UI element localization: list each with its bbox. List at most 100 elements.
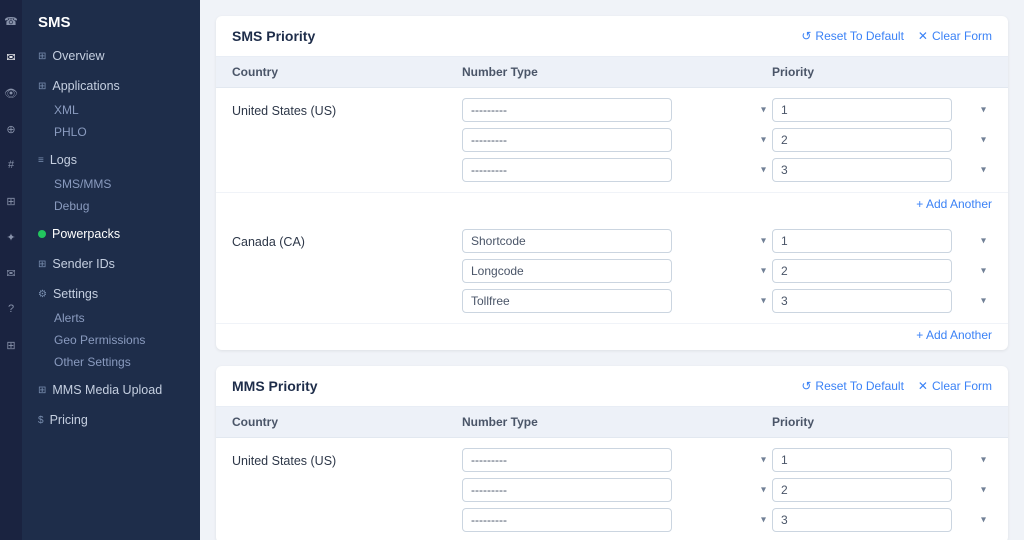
sms-priority-header: SMS Priority ↺ Reset To Default ✕ Clear …: [216, 16, 1008, 57]
sidebar-item-powerpacks[interactable]: Powerpacks: [22, 221, 200, 247]
sms-ca-add-another[interactable]: + Add Another: [216, 324, 1008, 350]
chevron-down-icon: ▾: [761, 296, 766, 307]
sms-ca-numbertype-3[interactable]: Shortcode Longcode Tollfree: [462, 289, 672, 313]
icon-phone[interactable]: ☎: [2, 12, 20, 30]
sidebar-sub-debug[interactable]: Debug: [22, 195, 200, 217]
reset-icon: ↺: [801, 29, 811, 43]
sidebar-sub-xml[interactable]: XML: [22, 99, 200, 121]
sms-us-priority-3[interactable]: 123: [772, 158, 952, 182]
icon-eye[interactable]: 👁: [2, 84, 20, 102]
sms-col-country: Country: [232, 65, 462, 79]
sms-us-numbertype-3[interactable]: --------- Shortcode Longcode Tollfree: [462, 158, 672, 182]
mms-us-numbertype-3[interactable]: --------- Shortcode Longcode Tollfree: [462, 508, 672, 532]
chevron-down-icon: ▾: [981, 236, 986, 247]
sms-ca-number-types: Shortcode Longcode Tollfree ▾ Shortcode …: [462, 229, 772, 313]
sidebar-section-pricing: $ Pricing: [22, 407, 200, 433]
icon-chat[interactable]: ✉: [2, 48, 20, 66]
sidebar-section-logs: ≡ Logs SMS/MMS Debug: [22, 147, 200, 217]
sidebar-sub-geo[interactable]: Geo Permissions: [22, 329, 200, 351]
sms-clear-button[interactable]: ✕ Clear Form: [918, 29, 992, 43]
sidebar: SMS ⊞ Overview ⊞ Applications XML PHLO ≡…: [22, 0, 200, 540]
mms-us-priority-1[interactable]: 123: [772, 448, 952, 472]
sms-priority-actions: ↺ Reset To Default ✕ Clear Form: [801, 29, 992, 43]
senderids-icon: ⊞: [38, 259, 46, 270]
chevron-down-icon: ▾: [761, 105, 766, 116]
mms-reset-button[interactable]: ↺ Reset To Default: [801, 379, 904, 393]
mms-country-us: United States (US): [232, 448, 462, 468]
applications-icon: ⊞: [38, 81, 46, 92]
mms-us-numbertype-1[interactable]: --------- Shortcode Longcode Tollfree: [462, 448, 672, 472]
mms-us-nt2-wrap: --------- Shortcode Longcode Tollfree ▾: [462, 478, 772, 502]
icon-mail[interactable]: ✉: [2, 264, 20, 282]
sms-ca-numbertype-1[interactable]: Shortcode Longcode Tollfree: [462, 229, 672, 253]
chevron-down-icon: ▾: [761, 236, 766, 247]
icon-grid[interactable]: ⊞: [2, 336, 20, 354]
sms-us-priority-2[interactable]: 123: [772, 128, 952, 152]
mms-us-p3-wrap: 123 ▾: [772, 508, 992, 532]
sms-ca-priority-3[interactable]: 123: [772, 289, 952, 313]
sidebar-sub-phlo[interactable]: PHLO: [22, 121, 200, 143]
sms-ca-p1-wrap: 123 ▾: [772, 229, 992, 253]
sms-us-p1-wrap: 123 ▾: [772, 98, 992, 122]
icon-settings[interactable]: ✦: [2, 228, 20, 246]
chevron-down-icon: ▾: [761, 135, 766, 146]
sms-col-priority: Priority: [772, 65, 992, 79]
sms-ca-priorities: 123 ▾ 123 ▾ 123 ▾: [772, 229, 992, 313]
sms-ca-nt3-wrap: Shortcode Longcode Tollfree ▾: [462, 289, 772, 313]
sms-country-ca: Canada (CA): [232, 229, 462, 249]
sms-us-numbertype-1[interactable]: --------- Shortcode Longcode Tollfree: [462, 98, 672, 122]
chevron-down-icon: ▾: [981, 135, 986, 146]
sidebar-item-mmsmedia[interactable]: ⊞ MMS Media Upload: [22, 377, 200, 403]
logs-icon: ≡: [38, 155, 44, 166]
mms-priority-actions: ↺ Reset To Default ✕ Clear Form: [801, 379, 992, 393]
sidebar-item-pricing[interactable]: $ Pricing: [22, 407, 200, 433]
sms-us-add-another[interactable]: + Add Another: [216, 193, 1008, 219]
icon-search[interactable]: ⊕: [2, 120, 20, 138]
clear-icon: ✕: [918, 379, 928, 393]
icon-tag[interactable]: #: [2, 156, 20, 174]
sidebar-item-settings[interactable]: ⚙ Settings: [22, 281, 200, 307]
sms-col-numbertype: Number Type: [462, 65, 772, 79]
sidebar-item-logs[interactable]: ≡ Logs: [22, 147, 200, 173]
chevron-down-icon: ▾: [761, 515, 766, 526]
sidebar-sub-smsmms[interactable]: SMS/MMS: [22, 173, 200, 195]
sidebar-title: SMS: [22, 0, 200, 43]
sms-us-number-types: --------- Shortcode Longcode Tollfree ▾ …: [462, 98, 772, 182]
sidebar-section-applications: ⊞ Applications XML PHLO: [22, 73, 200, 143]
sms-ca-numbertype-2[interactable]: Shortcode Longcode Tollfree: [462, 259, 672, 283]
sms-row-us: United States (US) --------- Shortcode L…: [216, 88, 1008, 193]
chevron-down-icon: ▾: [981, 165, 986, 176]
sms-reset-button[interactable]: ↺ Reset To Default: [801, 29, 904, 43]
sms-us-nt3-wrap: --------- Shortcode Longcode Tollfree ▾: [462, 158, 772, 182]
sidebar-item-overview[interactable]: ⊞ Overview: [22, 43, 200, 69]
sidebar-section-powerpacks: Powerpacks: [22, 221, 200, 247]
sidebar-section-mmsmedia: ⊞ MMS Media Upload: [22, 377, 200, 403]
sms-us-nt1-wrap: --------- Shortcode Longcode Tollfree ▾: [462, 98, 772, 122]
mms-us-priority-3[interactable]: 123: [772, 508, 952, 532]
sms-us-numbertype-2[interactable]: --------- Shortcode Longcode Tollfree: [462, 128, 672, 152]
mms-us-nt1-wrap: --------- Shortcode Longcode Tollfree ▾: [462, 448, 772, 472]
mms-us-number-types: --------- Shortcode Longcode Tollfree ▾ …: [462, 448, 772, 532]
sidebar-item-senderids[interactable]: ⊞ Sender IDs: [22, 251, 200, 277]
mms-us-priority-2[interactable]: 123: [772, 478, 952, 502]
sms-us-priorities: 123 ▾ 123 ▾ 123 ▾: [772, 98, 992, 182]
sidebar-sub-alerts[interactable]: Alerts: [22, 307, 200, 329]
sms-ca-priority-1[interactable]: 123: [772, 229, 952, 253]
mms-clear-button[interactable]: ✕ Clear Form: [918, 379, 992, 393]
sms-us-priority-1[interactable]: 123: [772, 98, 952, 122]
chevron-down-icon: ▾: [981, 105, 986, 116]
sms-us-p2-wrap: 123 ▾: [772, 128, 992, 152]
chevron-down-icon: ▾: [981, 455, 986, 466]
sidebar-sub-other[interactable]: Other Settings: [22, 351, 200, 373]
sidebar-item-applications[interactable]: ⊞ Applications: [22, 73, 200, 99]
sms-ca-priority-2[interactable]: 123: [772, 259, 952, 283]
chevron-down-icon: ▾: [981, 296, 986, 307]
sidebar-section-overview: ⊞ Overview: [22, 43, 200, 69]
chevron-down-icon: ▾: [761, 266, 766, 277]
settings-icon: ⚙: [38, 289, 47, 300]
icon-bar: ☎ ✉ 👁 ⊕ # ⊞ ✦ ✉ ? ⊞: [0, 0, 22, 540]
mms-us-numbertype-2[interactable]: --------- Shortcode Longcode Tollfree: [462, 478, 672, 502]
icon-help[interactable]: ?: [2, 300, 20, 318]
pricing-icon: $: [38, 415, 44, 426]
icon-user[interactable]: ⊞: [2, 192, 20, 210]
